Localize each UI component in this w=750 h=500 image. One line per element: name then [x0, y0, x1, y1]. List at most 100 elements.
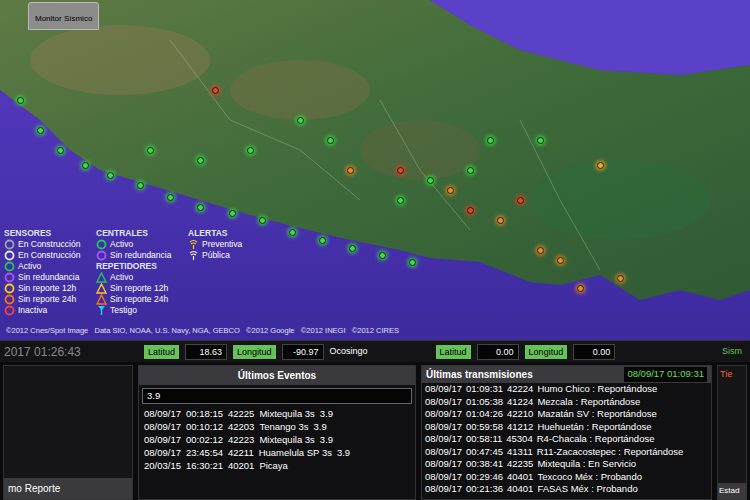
- sensor-marker[interactable]: [147, 147, 154, 154]
- sensor-marker[interactable]: [229, 210, 236, 217]
- legend-label: Inactiva: [18, 305, 47, 316]
- event-cell: 08/09/17: [144, 420, 181, 433]
- sensor-marker[interactable]: [537, 137, 544, 144]
- sensor-marker[interactable]: [349, 245, 356, 252]
- legend-group: CENTRALESActivoSin redundancia: [96, 228, 184, 261]
- sensor-marker[interactable]: [212, 87, 219, 94]
- event-row[interactable]: 08/09/1700:10:1242203Tenango 3s3.9: [139, 420, 415, 433]
- legend-label: En Construcción: [18, 239, 80, 250]
- transmission-cell: 08/09/17: [425, 458, 462, 471]
- event-cell: 40201: [228, 459, 254, 472]
- sensor-marker[interactable]: [319, 237, 326, 244]
- event-cell: 08/09/17: [144, 407, 181, 420]
- sensor-marker[interactable]: [137, 182, 144, 189]
- event-row[interactable]: 20/03/1516:30:2140201Picaya: [139, 459, 415, 472]
- window-title-tab[interactable]: Monitor Sísmico: [28, 2, 99, 30]
- sensor-marker[interactable]: [577, 285, 584, 292]
- magnitude-filter[interactable]: 3.9: [142, 388, 412, 404]
- clock: 2017 01:26:43: [4, 343, 138, 361]
- transmission-cell: 08/09/17: [425, 396, 462, 409]
- sensor-marker[interactable]: [397, 197, 404, 204]
- transmission-row[interactable]: 08/09/1701:09:3142224Humo Chico : Report…: [422, 383, 711, 396]
- legend-title: REPETIDORES: [96, 261, 184, 272]
- sensor-marker[interactable]: [409, 259, 416, 266]
- sensor-marker[interactable]: [597, 162, 604, 169]
- legend-item: Sin reporte 12h: [96, 283, 184, 294]
- legend-label: Sin reporte 12h: [18, 283, 76, 294]
- sensor-marker[interactable]: [82, 162, 89, 169]
- transmission-row[interactable]: 08/09/1700:58:1145304R4-Chacala : Report…: [422, 433, 711, 446]
- legend-column: ALERTASPreventivaPública: [188, 228, 254, 316]
- legend-label: Activo: [110, 272, 133, 283]
- transmission-row[interactable]: 08/09/1700:38:4142235Mixtequila : En Ser…: [422, 458, 711, 471]
- event-row[interactable]: 08/09/1723:45:5442211Huamelula SP 3s3.9: [139, 446, 415, 459]
- legend-title: SENSORES: [4, 228, 92, 239]
- filter-value: 3.9: [147, 389, 160, 403]
- transmission-cell: 08/09/17: [425, 433, 462, 446]
- event-row[interactable]: 08/09/1700:02:1242223Mixtequila 3s3.9: [139, 433, 415, 446]
- sensor-marker[interactable]: [57, 147, 64, 154]
- panel-title: mo Reporte: [4, 478, 132, 499]
- sensor-marker[interactable]: [289, 229, 296, 236]
- side-title: Tie: [718, 366, 746, 382]
- event-cell: 08/09/17: [144, 446, 181, 459]
- transmission-cell: Humo Chico : Reportándose: [537, 383, 657, 396]
- sensor-marker[interactable]: [327, 137, 334, 144]
- event-cell: Picaya: [259, 459, 288, 472]
- legend-symbol: [4, 272, 15, 283]
- transmission-cell: 01:04:26: [466, 408, 503, 421]
- event-cell: 08/09/17: [144, 433, 181, 446]
- sensor-marker[interactable]: [427, 177, 434, 184]
- sensor-marker[interactable]: [347, 167, 354, 174]
- sensor-marker[interactable]: [197, 204, 204, 211]
- event-cell: 42223: [228, 433, 254, 446]
- sensor-marker[interactable]: [297, 117, 304, 124]
- sensor-marker[interactable]: [17, 97, 24, 104]
- sensor-marker[interactable]: [467, 167, 474, 174]
- legend-item: Inactiva: [4, 305, 92, 316]
- legend-symbol: [96, 239, 107, 250]
- transmission-row[interactable]: 08/09/1701:05:3841224Mezcala : Reportánd…: [422, 396, 711, 409]
- transmission-cell: FASAS Méx : Probando: [537, 483, 637, 496]
- sensor-marker[interactable]: [537, 247, 544, 254]
- legend-group: REPETIDORESActivoSin reporte 12hSin repo…: [96, 261, 184, 316]
- event-cell: 20/03/15: [144, 459, 181, 472]
- ring-icon: [4, 294, 15, 305]
- map-legend: SENSORESEn ConstrucciónEn ConstrucciónAc…: [4, 228, 254, 316]
- event-row[interactable]: 08/09/1700:18:1542225Mixtequila 3s3.9: [139, 407, 415, 420]
- legend-title: ALERTAS: [188, 228, 254, 239]
- legend-item: Preventiva: [188, 239, 254, 250]
- legend-symbol: [96, 294, 107, 305]
- transmission-row[interactable]: 08/09/1701:04:2642210Mazatán SV : Report…: [422, 408, 711, 421]
- sensor-marker[interactable]: [557, 257, 564, 264]
- transmission-cell: Mazatán SV : Reportándose: [537, 408, 656, 421]
- legend-item: Sin reporte 12h: [4, 283, 92, 294]
- transmission-row[interactable]: 08/09/1700:59:5841212Huehuetán : Reportá…: [422, 421, 711, 434]
- transmission-row[interactable]: 08/09/1700:21:3640401FASAS Méx : Proband…: [422, 483, 711, 496]
- sensor-marker[interactable]: [107, 172, 114, 179]
- sensor-marker[interactable]: [379, 252, 386, 259]
- ring-icon: [96, 239, 107, 250]
- ring-icon: [4, 239, 15, 250]
- sensor-marker[interactable]: [497, 217, 504, 224]
- transmission-row[interactable]: 08/09/1700:29:4640401Texcoco Méx : Proba…: [422, 471, 711, 484]
- sensor-marker[interactable]: [167, 194, 174, 201]
- coordinate-value: -90.97: [282, 344, 324, 360]
- seismic-map[interactable]: Monitor Sísmico SENSORESEn ConstrucciónEn…: [0, 0, 750, 340]
- sensor-marker[interactable]: [247, 147, 254, 154]
- transmission-row[interactable]: 08/09/1700:47:4541311R11-Zacacostepec : …: [422, 446, 711, 459]
- legend-item: En Construcción: [4, 239, 92, 250]
- legend-label: Sin reporte 24h: [110, 294, 168, 305]
- sensor-marker[interactable]: [487, 137, 494, 144]
- sensor-marker[interactable]: [197, 157, 204, 164]
- sensor-marker[interactable]: [397, 167, 404, 174]
- sensor-marker[interactable]: [517, 197, 524, 204]
- transmission-cell: Texcoco Méx : Probando: [537, 471, 642, 484]
- sensor-marker[interactable]: [259, 217, 266, 224]
- event-cell: 00:02:12: [186, 433, 223, 446]
- sensor-marker[interactable]: [467, 207, 474, 214]
- sensor-marker[interactable]: [447, 187, 454, 194]
- sensor-marker[interactable]: [617, 275, 624, 282]
- event-cell: Huamelula SP 3s: [259, 446, 332, 459]
- sensor-marker[interactable]: [37, 127, 44, 134]
